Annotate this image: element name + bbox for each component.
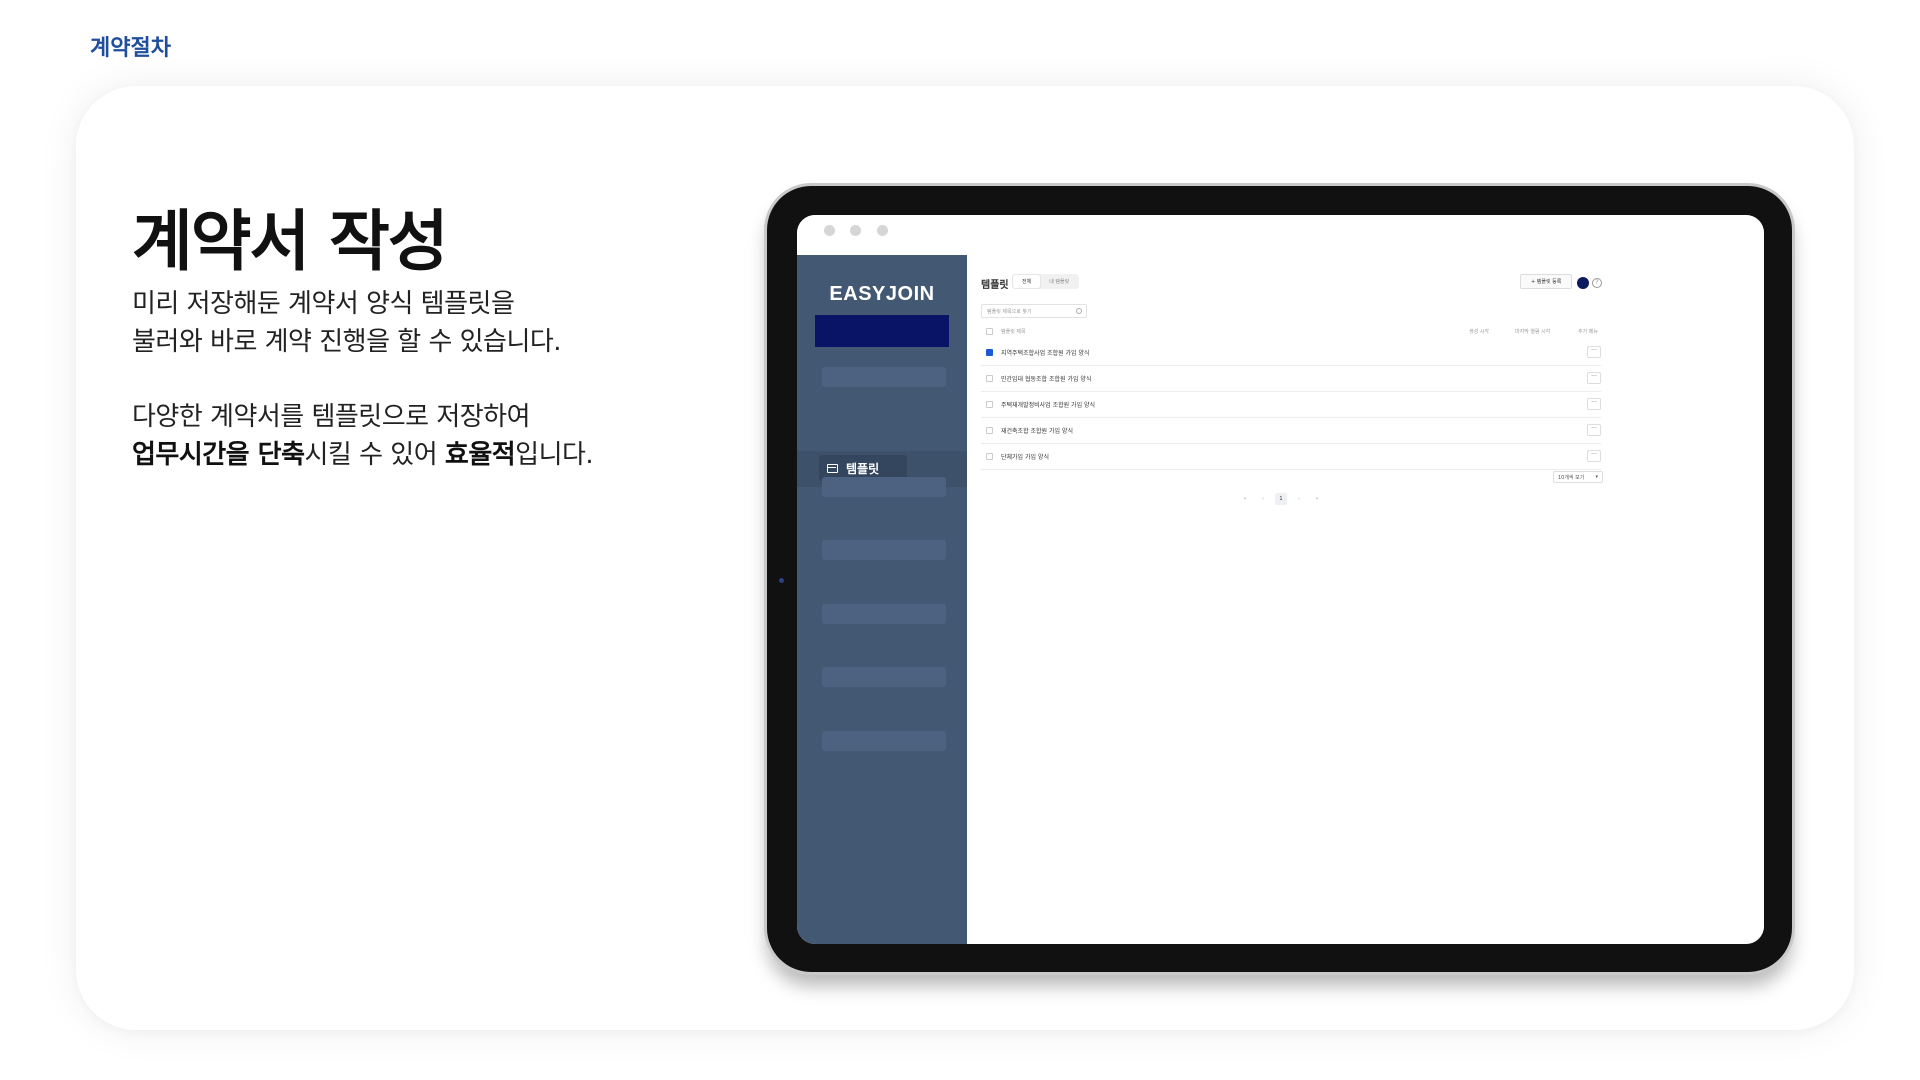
row-name: 단체가입 가입 양식: [1001, 454, 1049, 461]
sidebar-item-1[interactable]: [822, 367, 946, 387]
description-2-text-1: 시킬 수 있어: [304, 440, 445, 470]
row-name: 재건축조합 조합원 가입 양식: [1001, 428, 1073, 435]
more-icon[interactable]: ···: [1587, 450, 1601, 462]
description-1-line-1: 미리 저장해둔 계약서 양식 템플릿을: [132, 289, 515, 319]
row-name: 민간임대 협동조합 조합원 가입 양식: [1001, 376, 1092, 383]
table-row[interactable]: 지역주택조합사업 조합원 가입 양식 ···: [981, 340, 1601, 366]
sidebar-item-template-label: 템플릿: [846, 461, 880, 476]
description-1-line-2: 불러와 바로 계약 진행을 할 수 있습니다.: [132, 327, 562, 357]
sidebar-item-3[interactable]: [822, 477, 946, 497]
search-icon[interactable]: [1076, 308, 1082, 314]
column-header-created: 생성 시각: [1469, 329, 1489, 335]
page-headline: 계약서 작성: [132, 203, 449, 280]
page-title: 템플릿: [981, 280, 1009, 291]
select-all-checkbox[interactable]: [986, 328, 993, 335]
highlight-time-saving: 업무시간을 단축: [132, 440, 305, 470]
per-page-select[interactable]: 10개씩 보기 ▾: [1553, 471, 1603, 483]
help-icon[interactable]: ?: [1592, 278, 1602, 288]
row-checkbox[interactable]: [986, 453, 993, 460]
column-header-more: 추가 메뉴: [1578, 329, 1598, 335]
section-tag: 계약절차: [90, 36, 171, 61]
row-checkbox[interactable]: [986, 349, 993, 356]
row-checkbox[interactable]: [986, 375, 993, 382]
more-icon[interactable]: ···: [1587, 346, 1601, 358]
sidebar-item-7[interactable]: [822, 731, 946, 751]
more-icon[interactable]: ···: [1587, 424, 1601, 436]
tab-all[interactable]: 전체: [1013, 275, 1041, 288]
description-2-text-2: 입니다.: [515, 440, 594, 470]
table-row[interactable]: 주택재개발정비사업 조합원 가입 양식 ···: [981, 392, 1601, 418]
pagination: « ‹ 1 › »: [1239, 493, 1323, 505]
table-row[interactable]: 재건축조합 조합원 가입 양식 ···: [981, 418, 1601, 444]
page-last-button[interactable]: »: [1311, 493, 1323, 505]
page-first-button[interactable]: «: [1239, 493, 1251, 505]
column-header-modified: 마지막 열람 시각: [1515, 329, 1551, 335]
tablet-camera: [779, 578, 784, 583]
template-icon: [827, 463, 838, 473]
sidebar-item-4[interactable]: [822, 540, 946, 560]
highlight-efficient: 효율적: [444, 440, 516, 470]
page-next-button[interactable]: ›: [1293, 493, 1305, 505]
row-checkbox[interactable]: [986, 427, 993, 434]
per-page-value: 10개씩 보기: [1558, 475, 1585, 481]
more-icon[interactable]: ···: [1587, 372, 1601, 384]
column-header-name: 템플릿 제목: [1001, 329, 1026, 335]
row-name: 주택재개발정비사업 조합원 가입 양식: [1001, 402, 1096, 409]
page-prev-button[interactable]: ‹: [1257, 493, 1269, 505]
row-name: 지역주택조합사업 조합원 가입 양식: [1001, 350, 1090, 357]
window-titlebar: [797, 215, 1764, 255]
add-template-button[interactable]: + 템플릿 등록: [1520, 274, 1573, 289]
sidebar-item-5[interactable]: [822, 604, 946, 624]
window-dot-close[interactable]: [824, 225, 835, 236]
brand-logo[interactable]: EASYJOIN: [797, 283, 967, 306]
table-row[interactable]: 민간임대 협동조합 조합원 가입 양식 ···: [981, 366, 1601, 392]
main-panel: 템플릿 전체 내 템플릿 + 템플릿 등록 ? 템플릿 제목으로 찾기 템플릿 …: [967, 255, 1764, 944]
window-dot-minimize[interactable]: [850, 225, 861, 236]
window-dot-maximize[interactable]: [877, 225, 888, 236]
tab-my-templates[interactable]: 내 템플릿: [1040, 275, 1078, 288]
table-row[interactable]: 단체가입 가입 양식 ···: [981, 444, 1601, 470]
more-icon[interactable]: ···: [1587, 398, 1601, 410]
avatar[interactable]: [1577, 277, 1589, 289]
search-placeholder: 템플릿 제목으로 찾기: [987, 309, 1032, 315]
tablet-screen: EASYJOIN 템플릿 템플릿 전체 내 템플릿 + 템플릿 등록 ? 템플릿…: [797, 215, 1764, 944]
sidebar: EASYJOIN 템플릿: [797, 255, 967, 944]
table-header: 템플릿 제목 생성 시각 마지막 열람 시각 추가 메뉴: [981, 324, 1601, 340]
page-current[interactable]: 1: [1275, 493, 1287, 505]
tab-group: 전체 내 템플릿: [1012, 274, 1080, 289]
sidebar-primary-button[interactable]: [815, 315, 949, 347]
description-2-line-1: 다양한 계약서를 템플릿으로 저장하여: [132, 402, 531, 432]
description-2: 다양한 계약서를 템플릿으로 저장하여 업무시간을 단축시킬 수 있어 효율적입…: [132, 398, 672, 474]
search-input[interactable]: 템플릿 제목으로 찾기: [981, 304, 1087, 318]
row-checkbox[interactable]: [986, 401, 993, 408]
sidebar-item-6[interactable]: [822, 667, 946, 687]
chevron-down-icon: ▾: [1595, 474, 1598, 480]
description-2-line-2: 업무시간을 단축시킬 수 있어 효율적입니다.: [132, 436, 672, 474]
description-1: 미리 저장해둔 계약서 양식 템플릿을 불러와 바로 계약 진행을 할 수 있습…: [132, 285, 672, 361]
